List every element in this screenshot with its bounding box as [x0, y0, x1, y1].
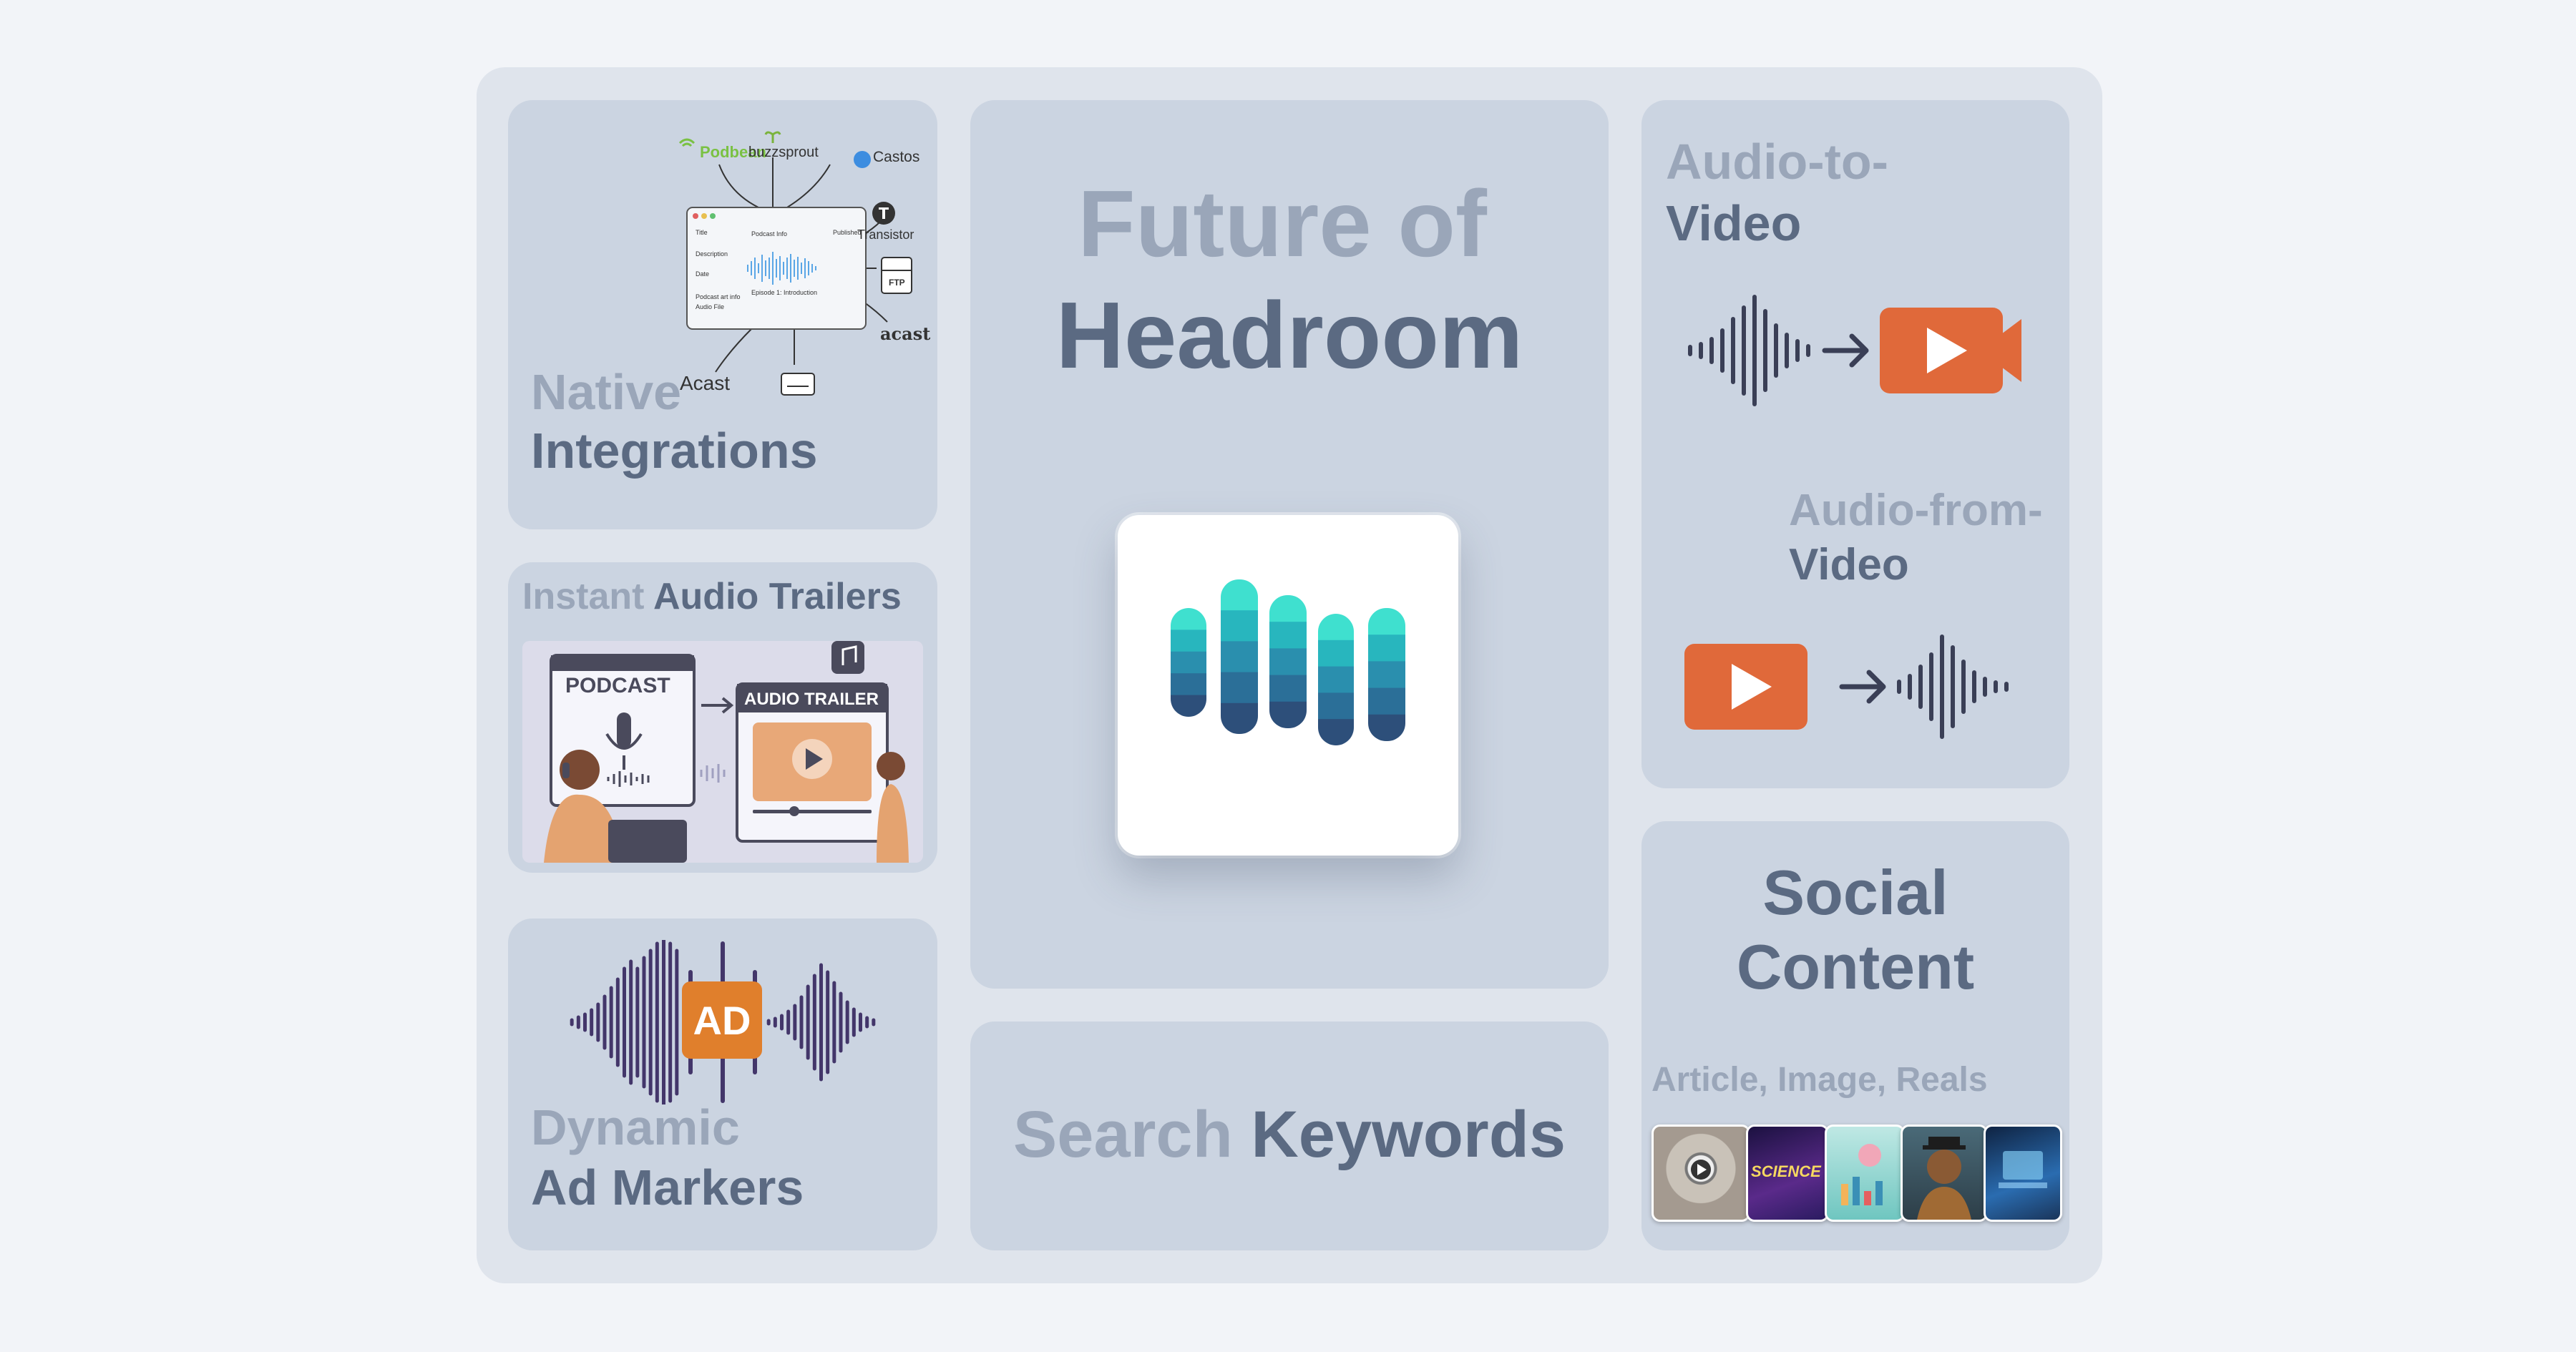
form-title-label: Title	[696, 229, 708, 236]
social-thumbnails: SCIENCE	[1652, 1125, 2062, 1222]
ftp-icon: FTP	[889, 278, 905, 288]
a2v-title-light: Audio-to-	[1666, 134, 1888, 190]
acast-logo-right: acast	[880, 323, 931, 344]
hero-card: Future of Headroom	[970, 100, 1609, 989]
audio-from-video-graphic	[1684, 630, 2042, 744]
afv-title-light: Audio-from-	[1789, 486, 2043, 535]
social-title-line2: Content	[1736, 931, 1975, 1002]
transistor-logo: Transistor	[857, 227, 914, 242]
thumbnail-article[interactable]	[1652, 1125, 1750, 1222]
audio-trailer-label: AUDIO TRAILER	[744, 690, 879, 709]
trailers-title-dark: Audio Trailers	[653, 576, 902, 617]
social-content-card: Social Content Article, Image, Reals SCI…	[1641, 821, 2069, 1250]
integrations-illustration: Podbean buzzsprout Castos Transistor FTP…	[658, 114, 930, 415]
native-title-light: Native	[531, 364, 682, 420]
a2v-title-dark: Video	[1666, 195, 1802, 251]
headroom-logo	[1118, 515, 1458, 856]
audio-to-video-graphic	[1683, 293, 2041, 408]
social-subtitle: Article, Image, Reals	[1652, 1061, 1988, 1099]
native-title-dark: Integrations	[531, 423, 818, 479]
castos-logo: Castos	[873, 149, 920, 165]
video-camera-icon	[1684, 644, 1807, 730]
search-title-light: Search	[1013, 1098, 1233, 1171]
native-integrations-card: Podbean buzzsprout Castos Transistor FTP…	[508, 100, 937, 529]
thumbnail-character[interactable]	[1901, 1125, 1988, 1222]
form-audio-file: Audio File	[696, 303, 725, 310]
podcast-label: PODCAST	[565, 674, 670, 697]
ad-title-light: Dynamic	[531, 1099, 740, 1155]
arrow-icon	[1822, 333, 1869, 368]
acast-logo-bottom: Acast	[680, 372, 731, 394]
logo-bar	[1368, 608, 1405, 741]
ad-title-dark: Ad Markers	[531, 1160, 804, 1215]
hero-title-line1: Future of	[1078, 171, 1487, 276]
audio-video-card: Audio-to- Video Audio-from- Video	[1641, 100, 2069, 788]
video-camera-icon	[1880, 308, 2021, 393]
form-published: Published	[833, 229, 862, 236]
hero-title-line2: Headroom	[1055, 283, 1523, 388]
social-title-line1: Social	[1762, 857, 1948, 928]
form-podcast-art: Podcast art info	[696, 293, 741, 300]
arrow-icon	[1839, 670, 1886, 704]
search-title-dark: Keywords	[1251, 1098, 1566, 1171]
logo-bar	[1269, 595, 1307, 728]
trailers-title: Instant Audio Trailers	[522, 576, 902, 617]
thumbnail-science-text: SCIENCE	[1751, 1162, 1821, 1180]
search-keywords-card: Search Keywords	[970, 1022, 1609, 1250]
form-description: Description	[696, 250, 728, 258]
audio-trailers-card: Instant Audio Trailers PODCAST AUDIO TRA…	[508, 562, 937, 873]
trailers-illustration: PODCAST AUDIO TRAILER	[522, 641, 923, 863]
logo-bar	[1171, 608, 1206, 717]
ad-waveform: AD	[565, 940, 880, 1104]
thumbnail-infographic[interactable]	[1825, 1125, 1905, 1222]
search-title: Search Keywords	[970, 1098, 1609, 1171]
ad-badge: AD	[682, 981, 762, 1059]
thumbnail-tech[interactable]	[1984, 1125, 2062, 1222]
thumbnail-science[interactable]: SCIENCE	[1746, 1125, 1829, 1222]
form-date: Date	[696, 270, 710, 278]
logo-bar	[1221, 579, 1258, 734]
form-episode: Episode 1: Introduction	[751, 289, 818, 296]
afv-title-dark: Video	[1789, 540, 1909, 589]
ad-markers-card: AD Dynamic Ad Markers	[508, 919, 937, 1250]
trailers-title-light: Instant	[522, 576, 645, 617]
buzzsprout-logo: buzzsprout	[748, 144, 819, 160]
form-podcast-info: Podcast Info	[751, 230, 788, 237]
logo-bar	[1318, 614, 1354, 745]
